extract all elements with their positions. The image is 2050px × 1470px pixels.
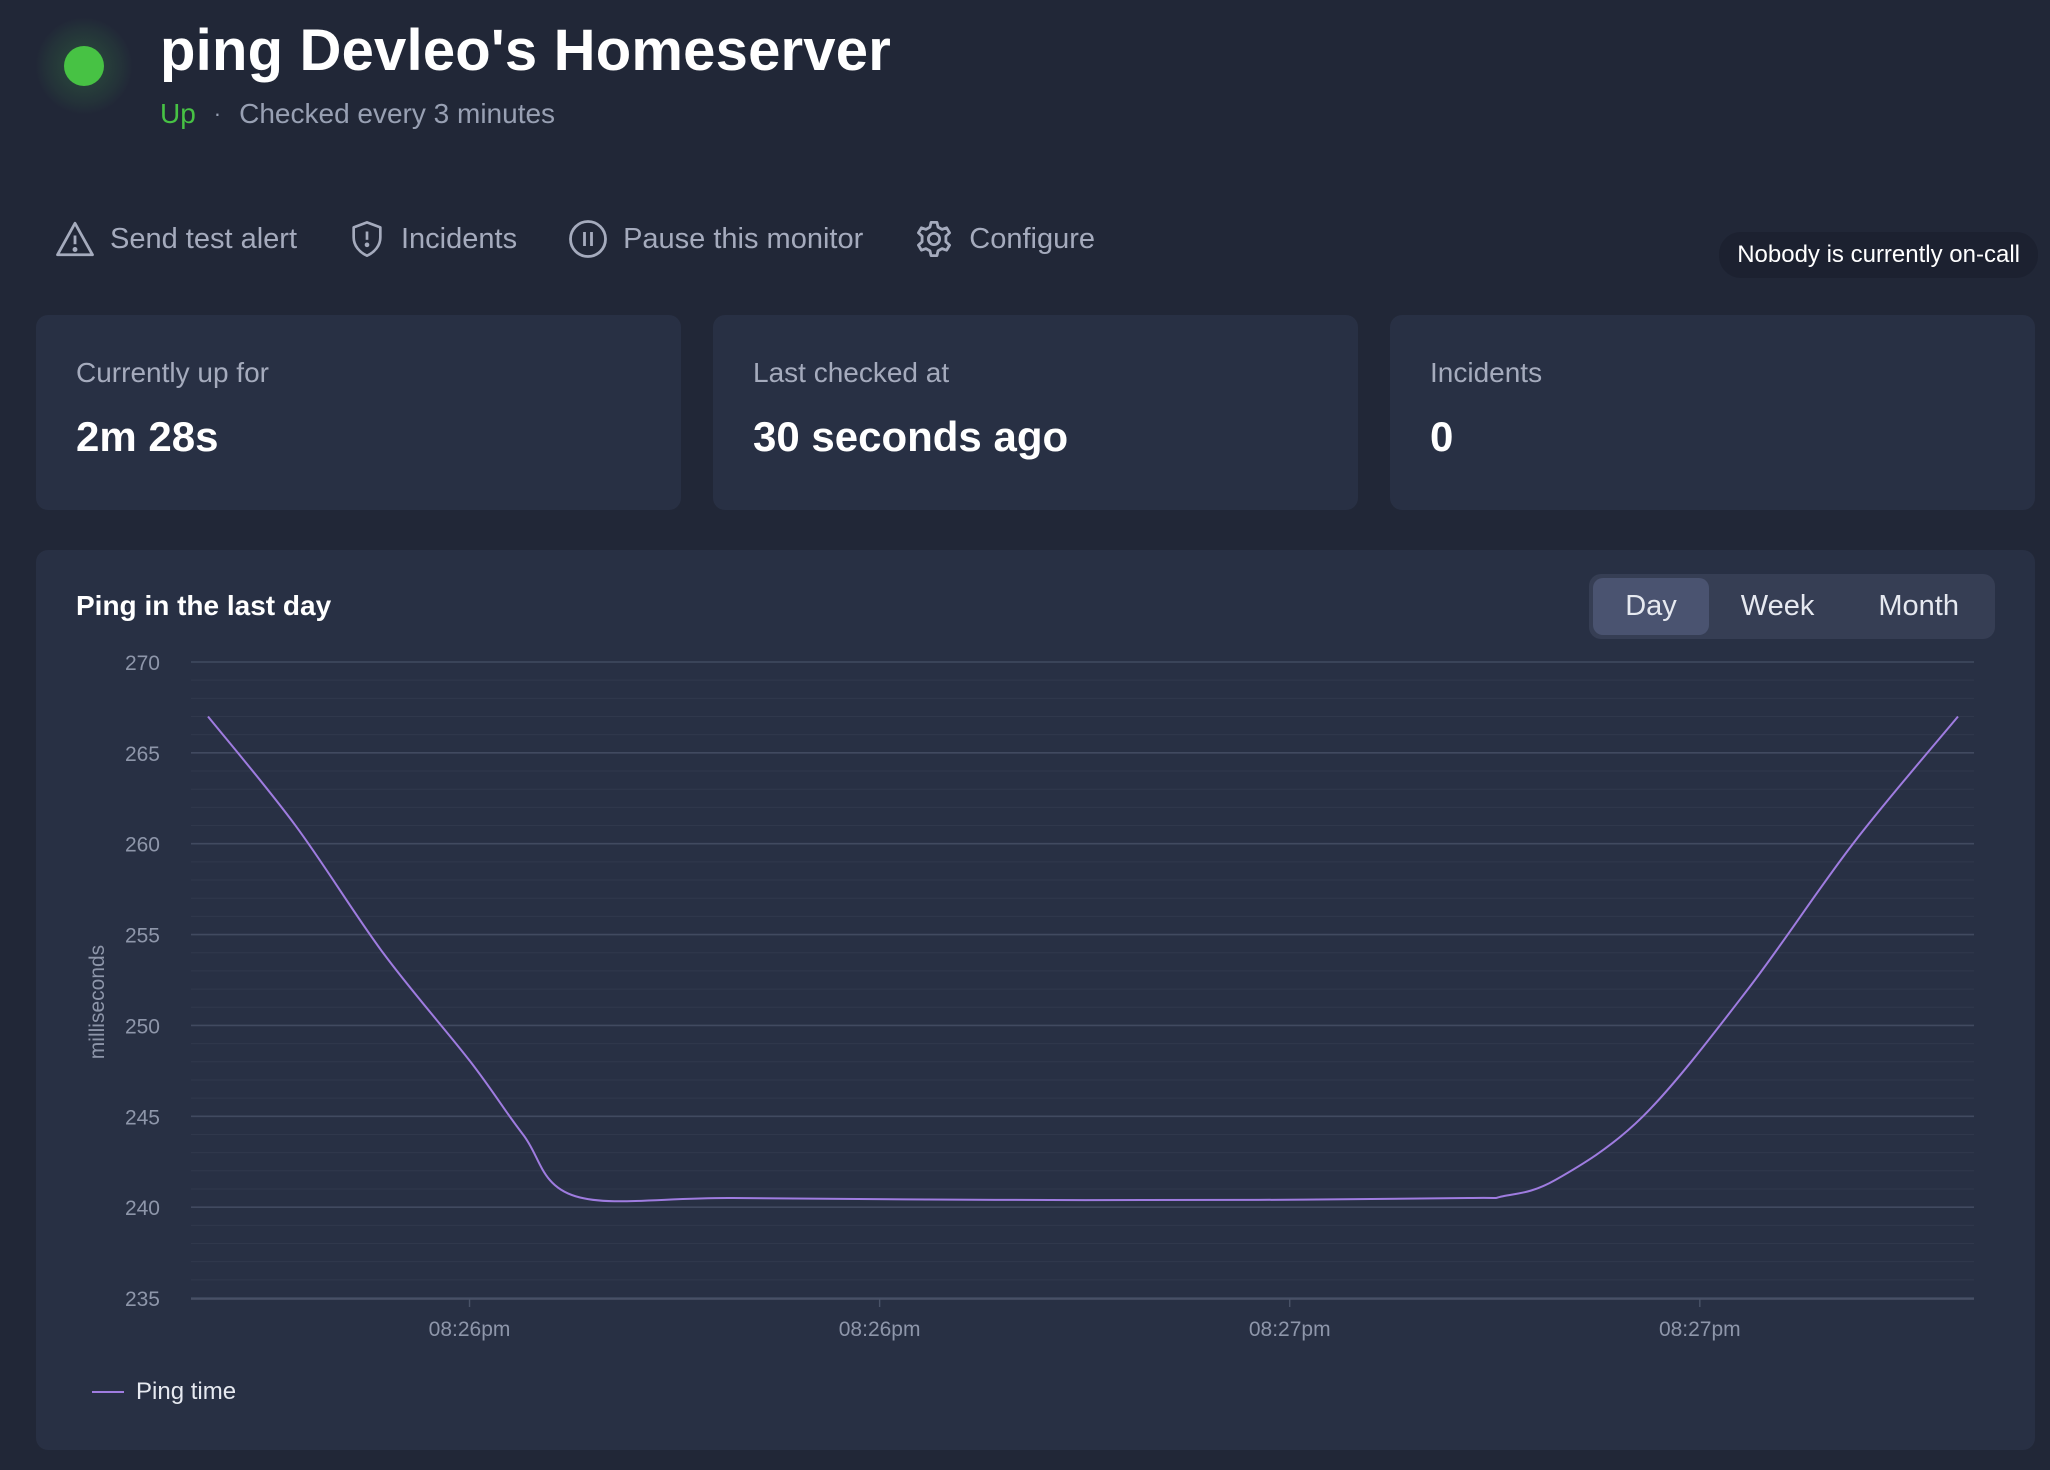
configure-button[interactable]: Configure	[913, 218, 1095, 260]
incidents-label: Incidents	[401, 222, 518, 255]
x-tick-label: 08:26pm	[429, 1318, 511, 1341]
oncall-badge: Nobody is currently on-call	[1719, 232, 2038, 278]
page-title: ping Devleo's Homeserver	[160, 18, 891, 83]
y-tick-label: 270	[125, 652, 160, 675]
ping-chart-panel: Ping in the last day Day Week Month 235 2…	[36, 550, 2035, 1450]
status-indicator	[36, 18, 132, 114]
y-tick-label: 265	[125, 743, 160, 766]
uptime-label: Currently up for	[76, 357, 269, 388]
incidents-count-label: Incidents	[1430, 357, 1543, 388]
last-checked-value: 30 seconds ago	[753, 413, 1069, 460]
y-tick-label: 260	[125, 834, 160, 857]
status-dot-icon	[64, 46, 104, 86]
y-tick-label: 255	[125, 925, 160, 948]
chart-legend: Ping time	[92, 1378, 236, 1406]
monitor-header: ping Devleo's Homeserver Up · Checked ev…	[36, 18, 891, 129]
pause-circle-icon	[569, 220, 607, 258]
monitor-toolbar: Send test alert Incidents Pause this mon…	[54, 218, 1145, 260]
gear-icon	[917, 220, 952, 258]
stats-cards: Currently up for 2m 28s Last checked at …	[36, 315, 2035, 510]
y-tick-label: 250	[125, 1015, 160, 1038]
pause-monitor-label: Pause this monitor	[623, 222, 864, 255]
ping-chart: 235 240 245 250 255 260 265 270 milliseconds 08:2…	[86, 652, 1974, 1341]
incidents-count-value: 0	[1430, 413, 1454, 460]
send-test-alert-label: Send test alert	[110, 222, 297, 255]
pause-monitor-button[interactable]: Pause this monitor	[567, 218, 863, 260]
incidents-button[interactable]: Incidents	[347, 219, 517, 259]
separator: ·	[213, 101, 222, 126]
warning-triangle-icon	[56, 221, 94, 257]
status-text: Up	[160, 98, 196, 129]
y-tick-label: 245	[125, 1106, 160, 1129]
configure-label: Configure	[969, 222, 1095, 255]
y-tick-label: 240	[125, 1197, 160, 1220]
last-checked-card: Last checked at 30 seconds ago	[713, 315, 1358, 510]
uptime-value: 2m 28s	[76, 413, 219, 460]
x-tick-label: 08:26pm	[839, 1318, 921, 1341]
legend-label: Ping time	[136, 1378, 237, 1405]
shield-alert-icon	[352, 221, 382, 257]
check-interval: Checked every 3 minutes	[239, 98, 556, 129]
send-test-alert-button[interactable]: Send test alert	[54, 218, 297, 260]
y-axis-label: milliseconds	[86, 945, 109, 1059]
y-tick-label: 235	[125, 1288, 160, 1311]
uptime-card: Currently up for 2m 28s	[36, 315, 681, 510]
x-tick-label: 08:27pm	[1249, 1318, 1331, 1341]
last-checked-label: Last checked at	[753, 357, 950, 388]
legend-swatch	[92, 1391, 124, 1393]
x-tick-label: 08:27pm	[1659, 1318, 1741, 1341]
incidents-card: Incidents 0	[1390, 315, 2035, 510]
